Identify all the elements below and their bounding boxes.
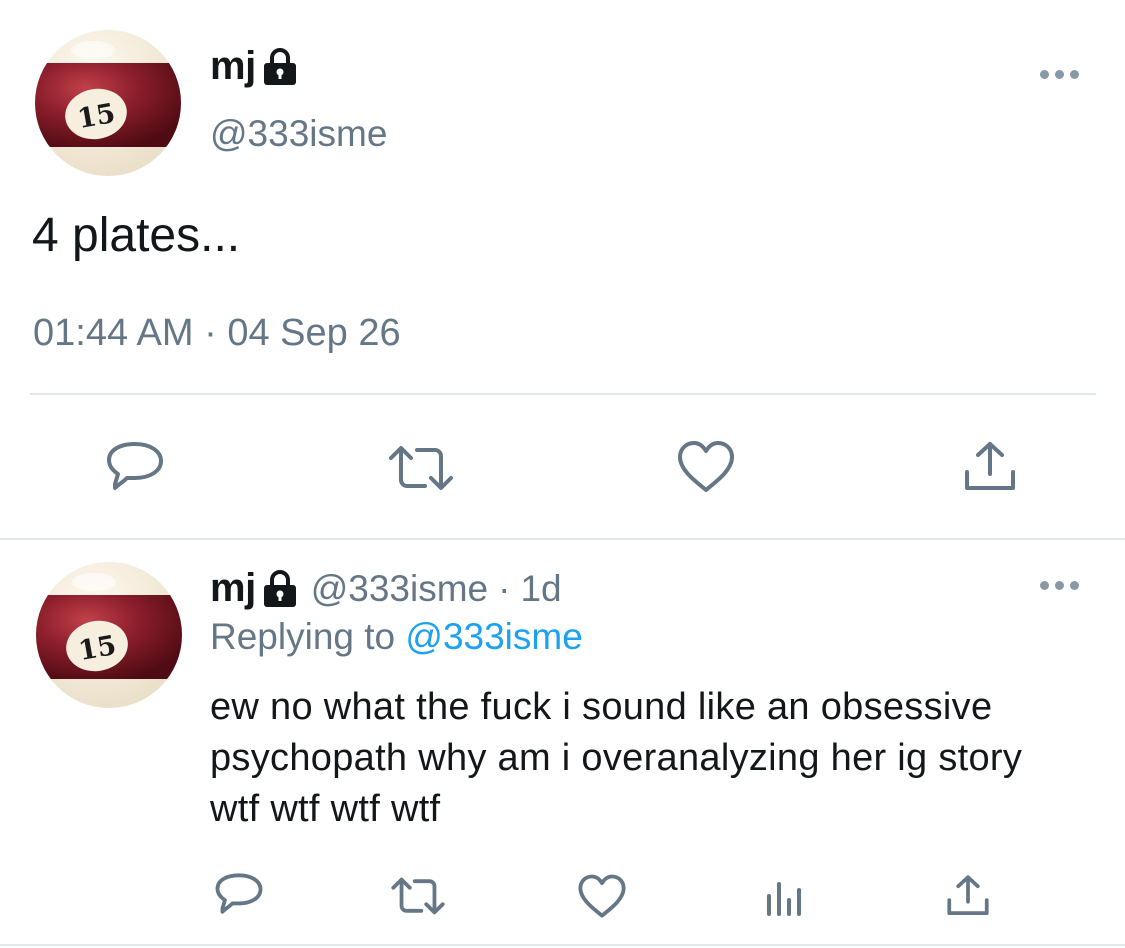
handle[interactable]: @333isme [210, 113, 387, 155]
tweet-author[interactable]: mj [210, 44, 297, 89]
avatar[interactable]: 15 [35, 30, 181, 176]
divider [0, 538, 1125, 540]
reply-icon[interactable] [105, 440, 165, 498]
billiard-ball-15-avatar: 15 [36, 562, 182, 708]
tweet-text: 4 plates... [32, 209, 241, 262]
retweet-icon[interactable] [390, 876, 446, 916]
reply-header: mj @333isme · 1d [210, 566, 562, 611]
analytics-icon[interactable] [765, 876, 805, 918]
replying-to: Replying to @333isme [210, 616, 583, 658]
divider [0, 944, 1125, 946]
like-icon[interactable] [577, 874, 627, 919]
tweet-timestamp[interactable]: 01:44 AM · 04 Sep 26 [33, 312, 401, 355]
lock-icon [263, 569, 296, 607]
display-name[interactable]: mj [210, 44, 256, 89]
like-icon[interactable] [676, 440, 736, 494]
lock-icon [263, 47, 296, 85]
reply-age: 1d [520, 567, 562, 609]
avatar-number: 15 [76, 630, 118, 667]
display-name[interactable]: mj [210, 566, 256, 611]
replying-to-label: Replying to [210, 616, 406, 657]
reply-text: ew no what the fuck i sound like an obse… [210, 686, 1044, 830]
divider [30, 393, 1096, 395]
share-icon[interactable] [946, 874, 990, 918]
billiard-ball-15-avatar: 15 [35, 30, 181, 176]
retweet-icon[interactable] [387, 444, 455, 492]
replying-to-handle-link[interactable]: @333isme [405, 616, 582, 657]
avatar-number: 15 [75, 98, 117, 135]
meta-separator: · [498, 567, 511, 609]
handle[interactable]: @333isme [311, 568, 488, 610]
avatar[interactable]: 15 [36, 562, 182, 708]
more-options-icon[interactable] [1040, 70, 1082, 82]
share-icon[interactable] [963, 440, 1017, 494]
more-options-icon[interactable] [1040, 581, 1082, 593]
reply-icon[interactable] [214, 872, 264, 920]
